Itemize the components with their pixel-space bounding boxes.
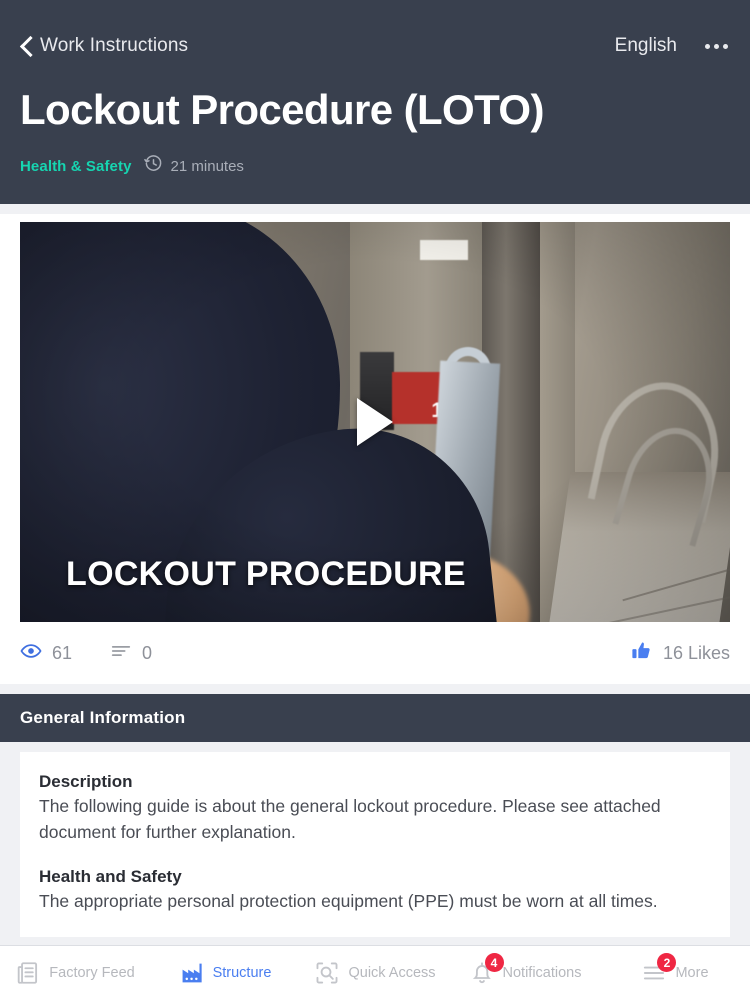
section-header-general-information[interactable]: General Information [0,694,750,742]
thumbs-up-icon [630,640,652,667]
nav-label-more: More [675,965,709,981]
comments-stat[interactable]: 0 [110,640,152,667]
health-and-safety-body: The appropriate personal protection equi… [39,891,658,912]
page-title: Lockout Procedure (LOTO) [20,86,544,133]
document-feed-icon [15,960,41,986]
description-block: Description The following guide is about… [39,772,711,845]
media-card: LOCKOUT PROCEDURE 61 0 [0,214,750,684]
description-body: The following guide is about the general… [39,796,661,842]
bell-icon: 4 [469,953,504,986]
factory-icon [179,960,205,986]
section-header-title: General Information [20,708,186,727]
health-and-safety-block: Health and Safety The appropriate person… [39,867,711,915]
language-selector[interactable]: English [615,35,677,57]
notifications-badge: 4 [484,953,504,972]
duration-label: 21 minutes [170,157,244,175]
views-stat[interactable]: 61 [20,640,72,667]
scan-search-icon [314,960,340,986]
nav-item-notifications[interactable]: 4 Notifications [450,946,600,1000]
back-button[interactable]: Work Instructions [20,35,188,57]
category-label: Health & Safety [20,157,132,175]
more-horizontal-icon[interactable] [703,38,730,55]
nav-item-quick-access[interactable]: Quick Access [300,946,450,1000]
nav-label-structure: Structure [212,965,272,981]
nav-item-more[interactable]: 2 More [600,946,750,1000]
header-top-bar: Work Instructions English [20,0,730,70]
views-count: 61 [52,642,73,663]
page-header: Work Instructions English Lockout Proced… [0,0,750,204]
bottom-navigation-bar: Factory Feed Structure Quick Access 4 No… [0,945,750,1000]
more-badge: 2 [657,953,677,972]
eye-icon [20,640,42,667]
nav-label-factory-feed: Factory Feed [49,965,135,981]
lines-icon [110,640,132,667]
health-and-safety-title: Health and Safety [39,867,182,887]
comments-count: 0 [142,642,153,663]
chevron-left-icon [20,35,33,57]
nav-label-quick-access: Quick Access [348,965,436,981]
description-title: Description [39,772,133,791]
back-button-label: Work Instructions [40,35,189,56]
likes-count: 16 Likes [662,642,730,663]
engagement-stats-bar: 61 0 16 Likes [20,622,730,684]
header-actions: English [615,35,730,57]
duration-group: 21 minutes [143,154,244,178]
play-triangle-icon[interactable] [357,398,393,446]
nav-item-structure[interactable]: Structure [150,946,300,1000]
video-player[interactable]: LOCKOUT PROCEDURE [20,222,730,622]
hamburger-icon: 2 [641,953,677,986]
nav-label-notifications: Notifications [502,965,582,981]
page-meta: Health & Safety 21 minutes [20,154,730,178]
clock-history-icon [143,154,163,178]
video-caption: LOCKOUT PROCEDURE [66,555,466,593]
nav-item-factory-feed[interactable]: Factory Feed [0,946,150,1000]
likes-stat[interactable]: 16 Likes [630,640,730,667]
general-information-card: Description The following guide is about… [20,752,730,937]
